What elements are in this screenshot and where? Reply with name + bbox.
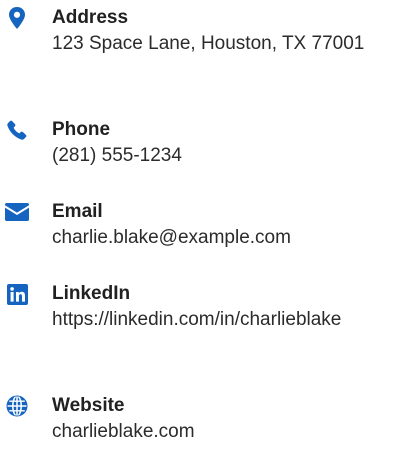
contact-label: Phone [52, 119, 111, 140]
map-pin-icon [0, 6, 34, 30]
email-value: charlie.blake@example.com [52, 227, 291, 248]
address-value: 123 Space Lane, Houston, TX 77001 [52, 33, 365, 54]
contact-text: Phone (281) 555-1234 [52, 118, 403, 170]
website-link[interactable]: charlieblake.com [52, 418, 403, 446]
contact-label: Email [52, 201, 103, 222]
contact-label: Address [52, 7, 129, 28]
contact-text: LinkedIn https://linkedin.com/in/charlie… [52, 282, 403, 334]
envelope-icon [0, 200, 34, 224]
contact-text: Website charlieblake.com [52, 394, 403, 446]
phone-icon [0, 118, 34, 142]
contact-label: Website [52, 395, 125, 416]
contact-text: Email charlie.blake@example.com [52, 200, 403, 252]
phone-value: (281) 555-1234 [52, 145, 182, 166]
linkedin-icon [0, 282, 34, 306]
contact-list: Address 123 Space Lane, Houston, TX 7700… [0, 0, 411, 451]
contact-label: LinkedIn [52, 283, 131, 304]
contact-text: Address 123 Space Lane, Houston, TX 7700… [52, 6, 403, 58]
globe-icon [0, 394, 34, 418]
linkedin-link[interactable]: https://linkedin.com/in/charlieblake [52, 306, 403, 334]
